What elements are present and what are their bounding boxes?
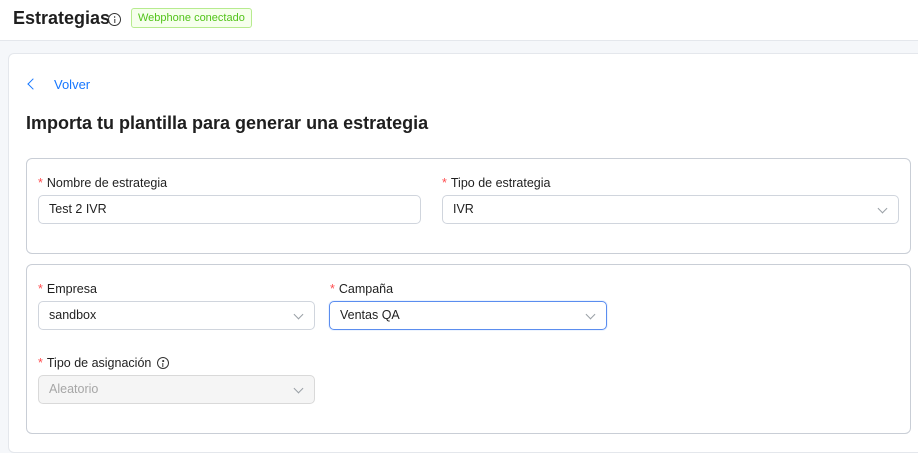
assignment-panel [26,264,911,434]
company-value: sandbox [49,308,97,322]
campaign-label-text: Campaña [338,282,394,296]
strategy-type-select[interactable]: IVR [442,195,899,224]
page-title: Estrategias [13,8,111,28]
chevron-down-icon [877,203,888,214]
strategy-type-label: * Tipo de estrategia [442,176,550,190]
chevron-down-icon [293,383,304,394]
strategy-name-value: Test 2 IVR [49,202,107,216]
section-heading: Importa tu plantilla para generar una es… [26,113,429,133]
campaign-label: * Campaña [330,282,393,296]
campaign-value: Ventas QA [340,308,400,322]
company-label: * Empresa [38,282,97,296]
info-icon[interactable] [108,13,121,26]
assignment-type-label: * Tipo de asignación [38,356,151,370]
required-mark: * [38,356,43,370]
status-badge: Webphone conectado [131,8,252,28]
strategy-type-value: IVR [453,202,474,216]
strategy-name-label-text: Nombre de estrategia [46,176,168,190]
info-icon[interactable] [157,357,169,369]
company-select[interactable]: sandbox [38,301,315,330]
assignment-type-value: Aleatorio [49,382,99,396]
assignment-type-label-text: Tipo de asignación [46,356,152,370]
chevron-down-icon [585,309,596,320]
strategy-name-input[interactable]: Test 2 IVR [38,195,421,224]
strategy-type-label-text: Tipo de estrategia [450,176,551,190]
company-label-text: Empresa [46,282,97,296]
assignment-type-select: Aleatorio [38,375,315,404]
required-mark: * [38,176,43,190]
back-link[interactable]: Volver [54,77,90,92]
required-mark: * [330,282,335,296]
required-mark: * [442,176,447,190]
required-mark: * [38,282,43,296]
campaign-select[interactable]: Ventas QA [329,301,607,330]
strategy-name-label: * Nombre de estrategia [38,176,167,190]
chevron-down-icon [293,309,304,320]
top-header: Estrategias Webphone conectado [0,0,918,41]
